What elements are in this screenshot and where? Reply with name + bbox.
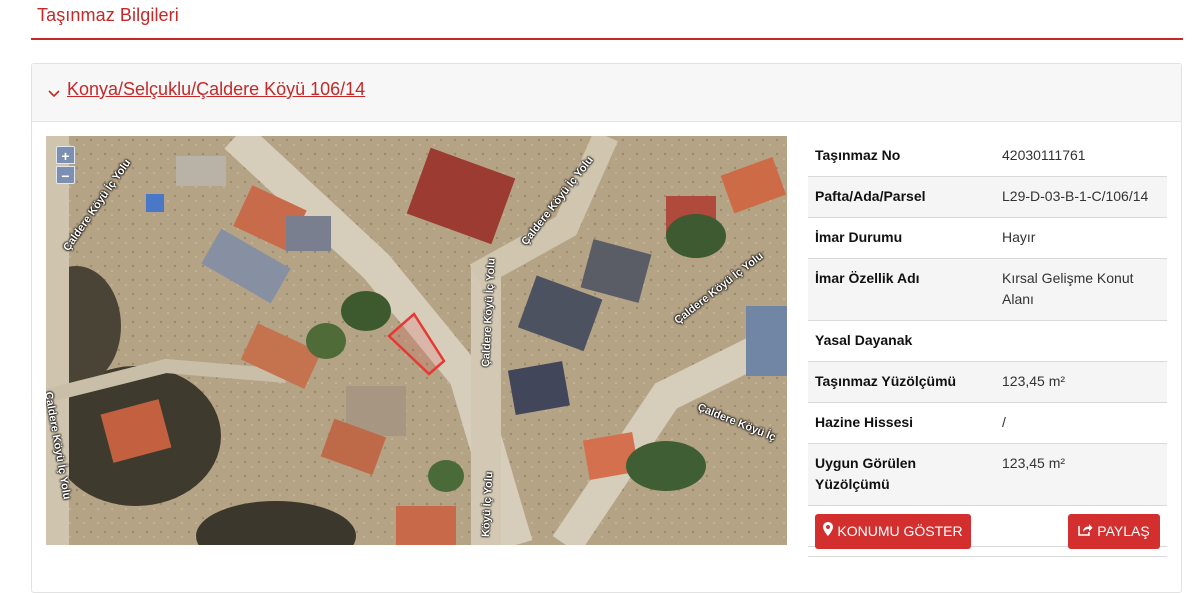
detail-key: İmar Özellik Adı <box>808 258 995 321</box>
detail-key: Yasal Dayanak <box>808 320 995 362</box>
table-row: Taşınmaz Yüzölçümü 123,45 m² <box>808 361 1167 403</box>
share-label: PAYLAŞ <box>1097 523 1150 539</box>
detail-key: Taşınmaz No <box>808 136 995 177</box>
detail-value <box>995 320 1167 362</box>
property-address-link[interactable]: Konya/Selçuklu/Çaldere Köyü 106/14 <box>67 79 365 100</box>
detail-value: L29-D-03-B-1-C/106/14 <box>995 176 1167 218</box>
detail-key: İmar Durumu <box>808 217 995 259</box>
detail-key: Pafta/Ada/Parsel <box>808 176 995 218</box>
satellite-map[interactable]: + − Çaldere Köyü İç Yolu Çaldere Köyü İç… <box>46 136 787 545</box>
detail-key: Uygun Görülen Yüzölçümü <box>808 443 995 506</box>
title-divider <box>31 38 1183 40</box>
detail-key: Taşınmaz Yüzölçümü <box>808 361 995 403</box>
map-marker-icon <box>823 514 834 549</box>
button-row-divider <box>808 556 1167 557</box>
detail-value: 123,45 m² <box>995 443 1167 506</box>
page-title: Taşınmaz Bilgileri <box>37 5 179 25</box>
table-row: Taşınmaz No 42030111761 <box>808 136 1167 177</box>
show-location-label: KONUMU GÖSTER <box>837 523 963 539</box>
chevron-down-icon[interactable] <box>47 86 61 100</box>
table-row: İmar Özellik Adı Kırsal Gelişme Konut Al… <box>808 258 1167 321</box>
show-location-button[interactable]: KONUMU GÖSTER <box>815 514 971 549</box>
detail-value: Hayır <box>995 217 1167 259</box>
detail-value: / <box>995 402 1167 444</box>
table-row: Yasal Dayanak <box>808 320 1167 362</box>
detail-value: Kırsal Gelişme Konut Alanı <box>995 258 1167 321</box>
share-button[interactable]: PAYLAŞ <box>1068 514 1160 549</box>
table-row: Pafta/Ada/Parsel L29-D-03-B-1-C/106/14 <box>808 176 1167 218</box>
detail-value: 123,45 m² <box>995 361 1167 403</box>
map-imagery <box>46 136 787 545</box>
table-row: Uygun Görülen Yüzölçümü 123,45 m² <box>808 443 1167 506</box>
detail-value: 42030111761 <box>995 136 1167 177</box>
table-row: Hazine Hissesi / <box>808 402 1167 444</box>
share-icon <box>1078 514 1093 549</box>
table-row: İmar Durumu Hayır <box>808 217 1167 259</box>
card-header[interactable]: Konya/Selçuklu/Çaldere Köyü 106/14 <box>32 64 1181 122</box>
zoom-in-button[interactable]: + <box>56 146 75 164</box>
zoom-out-button[interactable]: − <box>56 166 75 184</box>
property-details-table: Taşınmaz No 42030111761 Pafta/Ada/Parsel… <box>808 136 1167 547</box>
detail-key: Hazine Hissesi <box>808 402 995 444</box>
